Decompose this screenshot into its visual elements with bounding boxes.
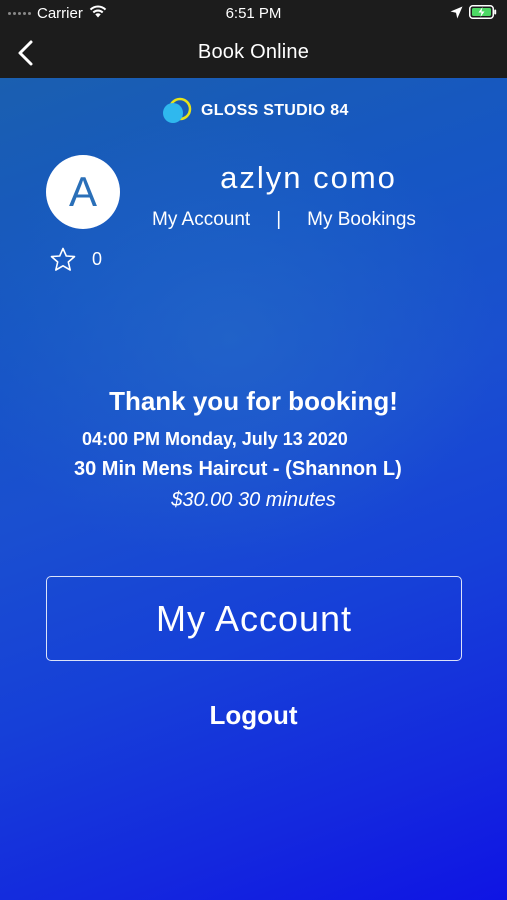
my-account-button[interactable]: My Account xyxy=(46,576,462,661)
star-outline-icon xyxy=(50,247,76,271)
rating-count: 0 xyxy=(92,249,103,269)
brand-name: GLOSS STUDIO 84 xyxy=(201,102,349,119)
logo-circles-icon xyxy=(163,97,192,123)
account-links: My Account | My Bookings xyxy=(152,209,416,231)
booking-datetime: 04:00 PM Monday, July 13 2020 xyxy=(82,429,348,449)
nav-title: Book Online xyxy=(197,41,310,63)
main-content: GLOSS STUDIO 84 A 0 azlyn como My Accoun… xyxy=(0,78,507,900)
brand-logo: GLOSS STUDIO 84 xyxy=(161,96,349,126)
navigation-bar: Book Online xyxy=(0,28,507,78)
logout-button[interactable]: Logout xyxy=(0,700,507,731)
location-arrow-icon xyxy=(450,6,463,23)
confirmation-heading: Thank you for booking! xyxy=(109,386,398,416)
status-bar: Carrier 6:51 PM xyxy=(0,0,507,28)
booking-service: 30 Min Mens Haircut - (Shannon L) xyxy=(74,458,402,480)
user-name: azlyn como xyxy=(220,160,397,195)
avatar-letter: A xyxy=(68,168,97,215)
status-time: 6:51 PM xyxy=(225,5,282,22)
rating: 0 xyxy=(50,247,102,272)
booking-price-duration: $30.00 30 minutes xyxy=(171,489,336,511)
status-right xyxy=(450,5,497,23)
my-bookings-link[interactable]: My Bookings xyxy=(307,209,416,231)
link-separator: | xyxy=(276,209,282,230)
avatar: A xyxy=(46,155,120,229)
battery-charging-icon xyxy=(469,5,497,23)
my-account-link[interactable]: My Account xyxy=(152,209,250,231)
